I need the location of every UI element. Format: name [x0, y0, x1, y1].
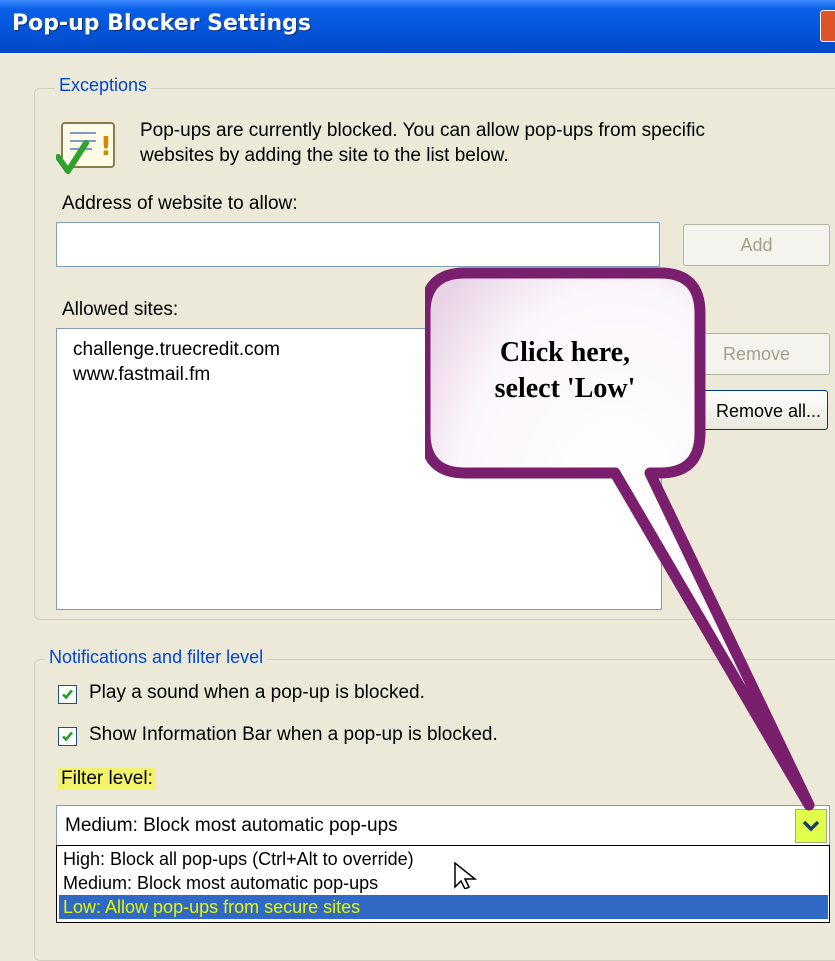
- allowed-sites-label: Allowed sites:: [62, 299, 179, 320]
- check-icon: [62, 731, 73, 742]
- filter-level-value: Medium: Block most automatic pop-ups: [65, 815, 398, 836]
- window-title: Pop-up Blocker Settings: [12, 11, 311, 36]
- callout-line1: Click here,: [499, 337, 631, 368]
- list-item[interactable]: challenge.truecredit.com: [73, 339, 280, 361]
- address-label: Address of website to allow:: [62, 193, 298, 214]
- list-item[interactable]: www.fastmail.fm: [73, 364, 210, 386]
- add-button[interactable]: Add: [683, 224, 830, 266]
- close-button[interactable]: [820, 10, 835, 42]
- add-button-label: Add: [740, 235, 773, 255]
- filter-dropdown-list[interactable]: High: Block all pop-ups (Ctrl+Alt to ove…: [56, 845, 830, 923]
- address-input[interactable]: [56, 222, 660, 267]
- instruction-callout: Click here, select 'Low': [419, 265, 835, 825]
- info-text-line2: websites by adding the site to the list …: [140, 145, 509, 166]
- callout-text: Click here, select 'Low': [440, 335, 690, 407]
- callout-line2: select 'Low': [494, 373, 636, 404]
- info-bar-checkbox[interactable]: [58, 727, 77, 746]
- notifications-legend: Notifications and filter level: [45, 647, 268, 668]
- option-low[interactable]: Low: Allow pop-ups from secure sites: [59, 895, 828, 919]
- exceptions-legend: Exceptions: [55, 75, 152, 96]
- option-high[interactable]: High: Block all pop-ups (Ctrl+Alt to ove…: [59, 847, 828, 871]
- mouse-pointer-icon: [453, 861, 483, 891]
- svg-text:!: !: [100, 132, 112, 162]
- info-text-line1: Pop-ups are currently blocked. You can a…: [140, 120, 706, 141]
- play-sound-checkbox[interactable]: [58, 685, 77, 704]
- check-icon: [62, 689, 73, 700]
- play-sound-label[interactable]: Play a sound when a pop-up is blocked.: [89, 682, 425, 704]
- filter-level-label: Filter level:: [58, 768, 156, 790]
- title-bar: Pop-up Blocker Settings: [0, 0, 835, 53]
- checklist-warning-icon: !: [55, 119, 120, 179]
- option-medium[interactable]: Medium: Block most automatic pop-ups: [59, 871, 828, 895]
